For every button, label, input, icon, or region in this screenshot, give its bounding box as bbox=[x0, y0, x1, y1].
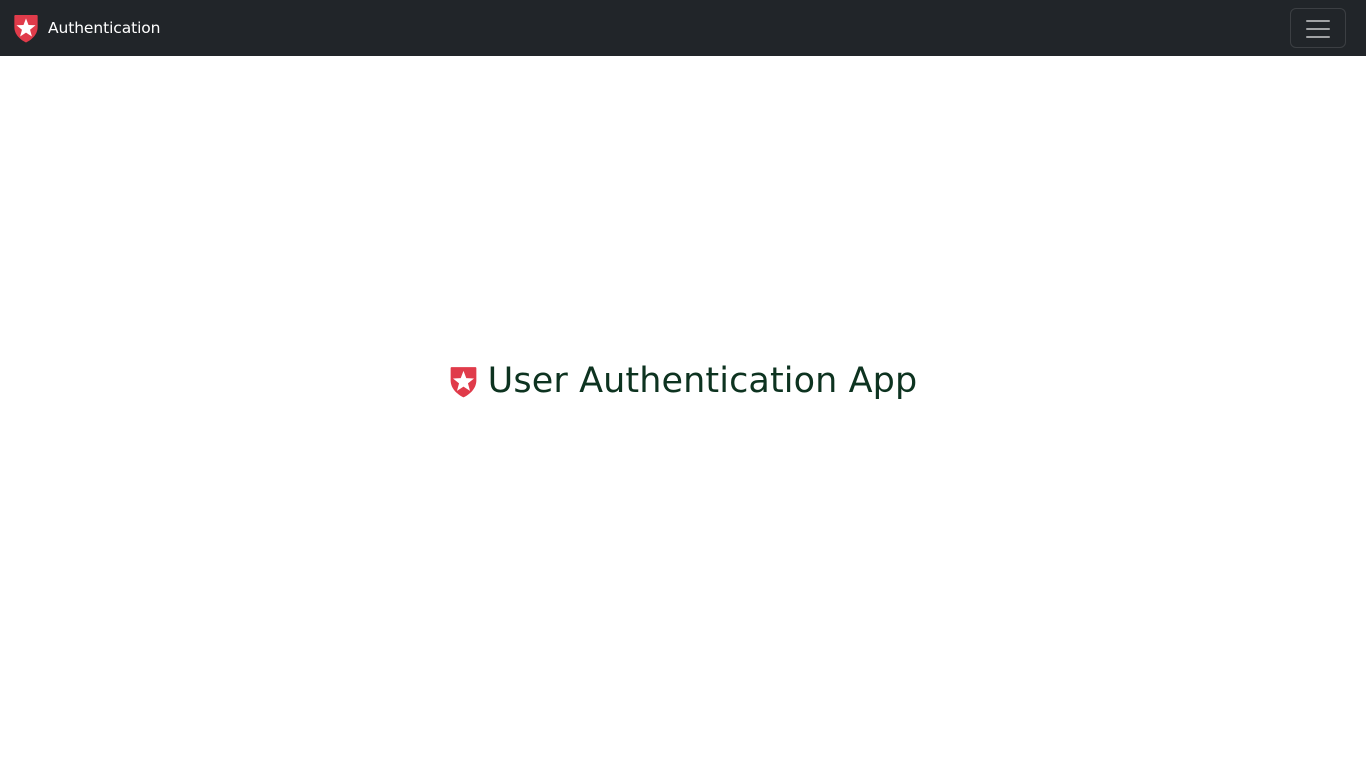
shield-star-icon bbox=[14, 14, 38, 42]
shield-star-icon bbox=[450, 366, 477, 397]
navbar-toggler-button[interactable] bbox=[1290, 8, 1346, 48]
top-navbar: Authentication bbox=[0, 0, 1366, 56]
page-title: User Authentication App bbox=[487, 361, 918, 401]
navbar-brand-label: Authentication bbox=[48, 19, 161, 37]
main-content: User Authentication App bbox=[0, 358, 1366, 404]
navbar-brand[interactable]: Authentication bbox=[13, 13, 160, 43]
hamburger-menu-icon bbox=[1306, 18, 1330, 38]
